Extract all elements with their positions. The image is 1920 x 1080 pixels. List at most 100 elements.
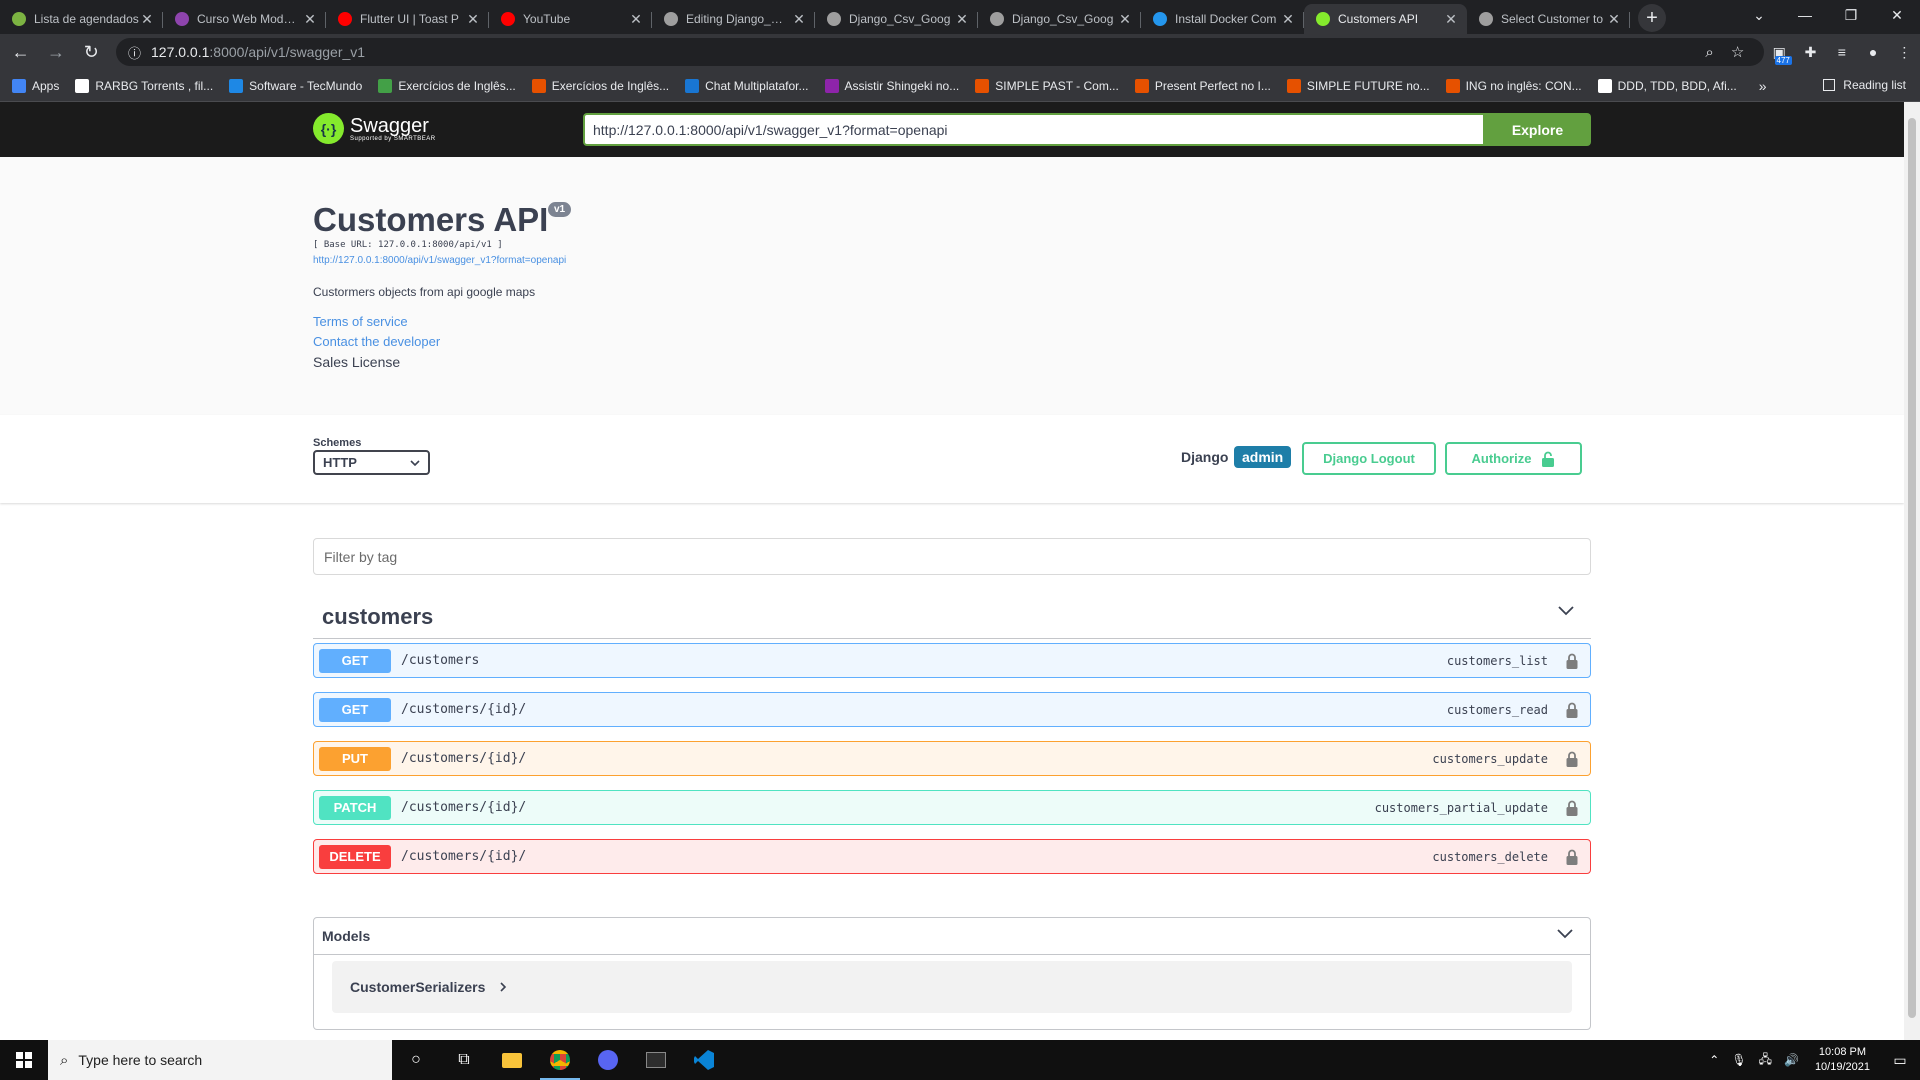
tray-expand-icon[interactable]: ⌃ bbox=[1709, 1053, 1719, 1067]
forward-arrow-icon[interactable]: → bbox=[41, 37, 70, 67]
tag-section-customers[interactable]: customers bbox=[313, 594, 1591, 639]
more-bookmarks-button[interactable]: » bbox=[1759, 78, 1767, 94]
minimize-icon[interactable]: — bbox=[1782, 0, 1828, 30]
browser-tab[interactable]: Flutter UI | Toast P ✕ bbox=[326, 4, 489, 34]
close-tab-icon[interactable]: ✕ bbox=[465, 11, 481, 28]
microphone-icon[interactable]: 🎙 bbox=[1731, 1053, 1746, 1067]
filter-by-tag-input[interactable]: Filter by tag bbox=[313, 538, 1591, 575]
spec-link[interactable]: http://127.0.0.1:8000/api/v1/swagger_v1?… bbox=[313, 255, 566, 266]
bookmark-item[interactable]: Present Perfect no I... bbox=[1134, 78, 1271, 93]
browser-menu-icon[interactable]: ⋮ bbox=[1889, 38, 1920, 66]
site-info-icon[interactable]: ⓘ bbox=[128, 43, 141, 62]
browser-tab[interactable]: Django_Csv_Goog ✕ bbox=[815, 4, 978, 34]
close-tab-icon[interactable]: ✕ bbox=[954, 11, 970, 28]
discord-taskbar-icon[interactable] bbox=[584, 1040, 632, 1080]
bookmark-favicon-icon bbox=[378, 78, 393, 93]
network-icon[interactable]: 🖧 bbox=[1759, 1050, 1772, 1071]
bookmark-item[interactable]: Apps bbox=[12, 78, 59, 93]
terminal-taskbar-icon[interactable] bbox=[632, 1040, 680, 1080]
bookmark-item[interactable]: Chat Multiplatafor... bbox=[685, 78, 809, 93]
close-tab-icon[interactable]: ✕ bbox=[628, 11, 644, 28]
swagger-logo[interactable]: {·} Swagger Supported by SMARTBEAR bbox=[313, 113, 436, 144]
models-section: Models CustomerSerializers bbox=[313, 917, 1591, 1030]
new-tab-button[interactable]: + bbox=[1638, 4, 1666, 32]
zoom-icon[interactable]: ⌕ bbox=[1696, 44, 1724, 61]
browser-tab[interactable]: Django_Csv_Goog ✕ bbox=[978, 4, 1141, 34]
bookmark-item[interactable]: SIMPLE PAST - Com... bbox=[975, 78, 1119, 93]
bookmark-item[interactable]: ING no inglês: CON... bbox=[1445, 78, 1582, 93]
operation-put-customers-update[interactable]: PUT /customers/{id}/ customers_update bbox=[313, 741, 1591, 776]
profile-avatar-icon[interactable]: ● bbox=[1857, 38, 1888, 66]
close-tab-icon[interactable]: ✕ bbox=[1117, 11, 1133, 28]
page-scrollbar[interactable] bbox=[1904, 102, 1920, 1040]
chevron-right-icon bbox=[500, 982, 507, 992]
close-tab-icon[interactable]: ✕ bbox=[1280, 11, 1296, 28]
bookmark-item[interactable]: DDD, TDD, BDD, Afi... bbox=[1597, 78, 1737, 93]
spec-url-input[interactable]: http://127.0.0.1:8000/api/v1/swagger_v1?… bbox=[583, 113, 1485, 146]
chrome-taskbar-icon[interactable] bbox=[536, 1040, 584, 1080]
bookmark-item[interactable]: Assistir Shingeki no... bbox=[824, 78, 959, 93]
lock-icon[interactable] bbox=[1566, 849, 1578, 865]
browser-tab[interactable]: Curso Web Moderno ✕ bbox=[163, 4, 326, 34]
taskbar-clock[interactable]: 10:08 PM 10/19/2021 bbox=[1815, 1045, 1870, 1075]
task-view-icon[interactable]: ⧉ bbox=[440, 1040, 488, 1080]
model-item[interactable]: CustomerSerializers bbox=[332, 961, 1572, 1013]
bookmark-item[interactable]: Software - TecMundo bbox=[229, 78, 362, 93]
chevron-down-icon[interactable] bbox=[1557, 604, 1575, 616]
address-bar[interactable]: ⓘ 127.0.0.1:8000/api/v1/swagger_v1 ⌕ ☆ bbox=[115, 38, 1764, 66]
close-tab-icon[interactable]: ✕ bbox=[139, 11, 155, 28]
django-logout-button[interactable]: Django Logout bbox=[1302, 442, 1436, 475]
operation-path: /customers/{id}/ bbox=[401, 849, 527, 864]
close-tab-icon[interactable]: ✕ bbox=[791, 11, 807, 28]
bookmark-item[interactable]: Exercícios de Inglês... bbox=[378, 78, 516, 93]
explore-button[interactable]: Explore bbox=[1484, 113, 1591, 146]
vscode-taskbar-icon[interactable] bbox=[680, 1040, 728, 1080]
lock-icon[interactable] bbox=[1566, 751, 1578, 767]
bookmark-item[interactable]: Exercícios de Inglês... bbox=[531, 78, 669, 93]
restore-icon[interactable]: ❐ bbox=[1828, 0, 1874, 30]
browser-tab[interactable]: YouTube ✕ bbox=[489, 4, 652, 34]
unlock-icon bbox=[1542, 451, 1555, 467]
lock-icon[interactable] bbox=[1566, 800, 1578, 816]
lock-icon[interactable] bbox=[1566, 653, 1578, 669]
volume-icon[interactable]: 🔊 bbox=[1784, 1053, 1799, 1067]
operation-get-customers-read[interactable]: GET /customers/{id}/ customers_read bbox=[313, 692, 1591, 727]
bookmark-item[interactable]: RARBG Torrents , fil... bbox=[75, 78, 213, 93]
terms-of-service-link[interactable]: Terms of service bbox=[313, 314, 408, 329]
extension-icon[interactable]: ▣ 477 bbox=[1764, 38, 1795, 66]
browser-tab[interactable]: Editing Django_Csv ✕ bbox=[652, 4, 815, 34]
tab-search-icon[interactable]: ⌄ bbox=[1736, 0, 1782, 30]
chevron-down-icon[interactable] bbox=[1556, 927, 1574, 939]
schemes-select[interactable]: HTTP bbox=[313, 450, 430, 475]
tab-favicon-icon bbox=[12, 12, 26, 26]
cortana-icon[interactable]: ○ bbox=[392, 1040, 440, 1080]
browser-tab[interactable]: Lista de agendados ✕ bbox=[0, 4, 163, 34]
media-control-icon[interactable]: ≡ bbox=[1826, 38, 1857, 66]
notifications-icon[interactable]: ▭ bbox=[1880, 1052, 1920, 1069]
scrollbar-thumb[interactable] bbox=[1908, 118, 1916, 1018]
browser-tab-active[interactable]: Customers API ✕ bbox=[1304, 4, 1467, 34]
contact-developer-link[interactable]: Contact the developer bbox=[313, 334, 440, 349]
windows-start-button[interactable] bbox=[0, 1040, 48, 1080]
django-label: Django bbox=[1181, 449, 1229, 465]
bookmark-item[interactable]: SIMPLE FUTURE no... bbox=[1286, 78, 1430, 93]
browser-tab[interactable]: Install Docker Com ✕ bbox=[1141, 4, 1304, 34]
models-title[interactable]: Models bbox=[322, 928, 370, 944]
lock-icon[interactable] bbox=[1566, 702, 1578, 718]
operation-get-customers-list[interactable]: GET /customers customers_list bbox=[313, 643, 1591, 678]
reload-icon[interactable]: ↻ bbox=[77, 37, 106, 67]
reading-list-button[interactable]: Reading list bbox=[1823, 78, 1906, 92]
extensions-puzzle-icon[interactable]: ✚ bbox=[1795, 38, 1826, 66]
close-window-icon[interactable]: ✕ bbox=[1874, 0, 1920, 30]
bookmark-star-icon[interactable]: ☆ bbox=[1724, 43, 1752, 61]
close-tab-icon[interactable]: ✕ bbox=[1606, 11, 1622, 28]
back-arrow-icon[interactable]: ← bbox=[6, 37, 35, 67]
authorize-button[interactable]: Authorize bbox=[1445, 442, 1582, 475]
browser-tab[interactable]: Select Customer to ✕ bbox=[1467, 4, 1630, 34]
close-tab-icon[interactable]: ✕ bbox=[1443, 11, 1459, 28]
operation-delete-customers-delete[interactable]: DELETE /customers/{id}/ customers_delete bbox=[313, 839, 1591, 874]
operation-patch-customers-partial-update[interactable]: PATCH /customers/{id}/ customers_partial… bbox=[313, 790, 1591, 825]
file-explorer-icon[interactable] bbox=[488, 1040, 536, 1080]
close-tab-icon[interactable]: ✕ bbox=[302, 11, 318, 28]
taskbar-search-input[interactable]: ⌕ Type here to search bbox=[48, 1040, 392, 1080]
